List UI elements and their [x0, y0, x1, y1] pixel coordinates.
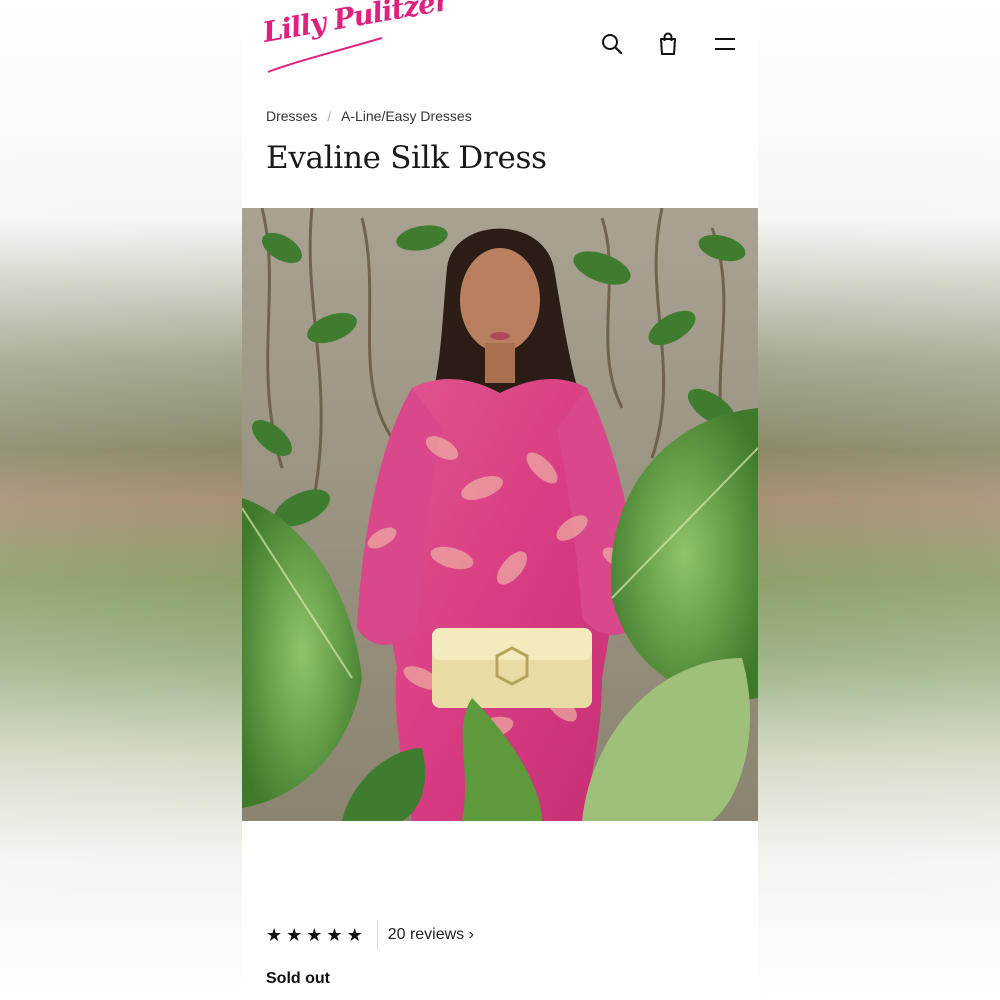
star-icon: ★: [346, 925, 363, 945]
background-right: [758, 0, 1000, 1000]
star-rating[interactable]: ★ ★ ★ ★ ★: [266, 926, 363, 944]
product-photo-illustration: [242, 208, 758, 821]
reviews-link[interactable]: 20 reviews ›: [388, 926, 474, 944]
hamburger-menu-icon: [715, 38, 735, 50]
background-left: [0, 0, 242, 1000]
breadcrumb-separator: /: [327, 108, 331, 124]
breadcrumb: Dresses / A-Line/Easy Dresses: [266, 108, 472, 124]
product-image[interactable]: [242, 208, 758, 821]
breadcrumb-dresses[interactable]: Dresses: [266, 108, 317, 124]
search-icon: [602, 34, 623, 55]
product-title: Evaline Silk Dress: [266, 140, 547, 176]
search-button[interactable]: [596, 28, 628, 60]
shopping-bag-button[interactable]: [652, 28, 684, 60]
star-icon: ★: [266, 925, 283, 945]
star-icon: ★: [306, 925, 323, 945]
shopping-bag-icon: [660, 32, 676, 55]
star-icon: ★: [286, 925, 303, 945]
brand-logo[interactable]: Lilly Pulitzer: [260, 0, 451, 82]
rating-divider: [376, 920, 378, 950]
menu-button[interactable]: [709, 28, 741, 60]
mobile-page: Lilly Pulitzer Dresses / A-Line/Easy Dre…: [242, 0, 758, 1000]
breadcrumb-a-line-easy-dresses[interactable]: A-Line/Easy Dresses: [341, 108, 472, 124]
site-header: Lilly Pulitzer: [242, 0, 758, 92]
star-icon: ★: [326, 925, 343, 945]
availability-status: Sold out: [266, 970, 330, 987]
rating-row: ★ ★ ★ ★ ★ 20 reviews ›: [266, 918, 474, 952]
